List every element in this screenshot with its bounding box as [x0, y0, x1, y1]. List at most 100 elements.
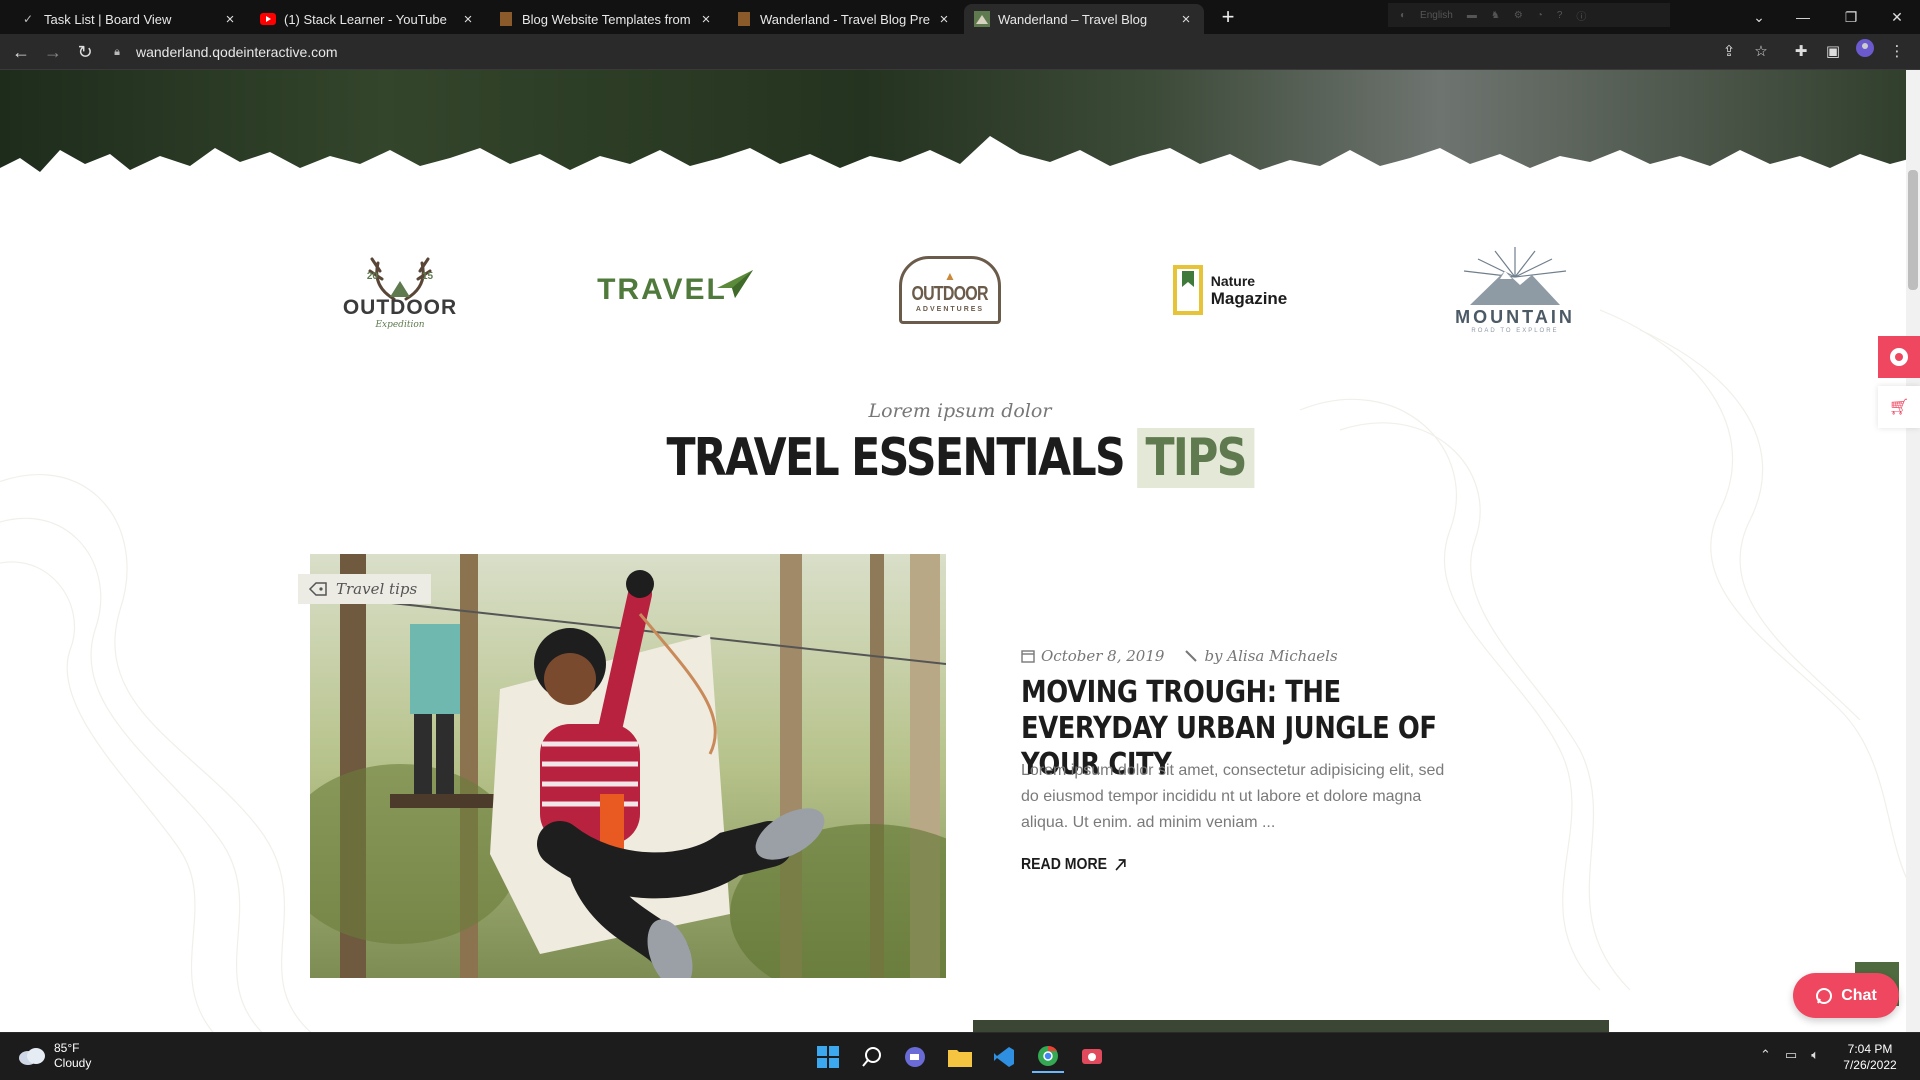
help-icon[interactable]: ?	[1557, 10, 1563, 21]
wanderland-favicon-icon	[974, 11, 990, 27]
extension-icon[interactable]: ◐	[1400, 10, 1406, 21]
restore-button[interactable]: ❐	[1828, 4, 1874, 30]
vscode-icon	[994, 1047, 1014, 1067]
page-scrollbar[interactable]	[1906, 70, 1920, 1032]
section-kicker: Lorem ipsum dolor	[868, 400, 1052, 422]
read-more-link[interactable]: READ MORE	[1021, 856, 1126, 874]
calendar-icon	[1021, 650, 1035, 663]
browser-tab[interactable]: (1) Stack Learner - YouTube ×	[250, 4, 486, 34]
lock-icon[interactable]: 🔒︎	[108, 46, 126, 59]
post-featured-image[interactable]	[310, 554, 946, 978]
section-title: TRAVEL ESSENTIALS TIPS	[0, 428, 1920, 488]
close-window-button[interactable]: ✕	[1874, 4, 1920, 30]
cart-widget-button[interactable]: 🛒︎	[1878, 386, 1920, 428]
weather-temperature: 85°F	[54, 1041, 80, 1055]
logo-subtext: Expedition	[375, 319, 425, 330]
taskbar-clock[interactable]: 7:04 PM 7/26/2022	[1830, 1041, 1910, 1073]
post-author[interactable]: by Alisa Michaels	[1184, 647, 1338, 665]
chat-camera-icon	[905, 1047, 925, 1067]
outdoor-expedition-logo[interactable]: 20 15 OUTDOOR Expedition	[320, 200, 480, 380]
campfire-icon: ▲	[944, 269, 956, 283]
page-viewport: 20 15 OUTDOOR Expedition TRAVEL ▲ OUTDOO…	[0, 70, 1920, 1032]
section-title-accent: TIPS	[1137, 428, 1254, 488]
close-tab-icon[interactable]: ×	[222, 11, 238, 28]
chrome-button[interactable]	[1032, 1041, 1064, 1073]
logo-subtext: ROAD TO EXPLORE	[1471, 327, 1559, 334]
paper-plane-icon	[716, 270, 753, 298]
nature-magazine-logo[interactable]: Nature Magazine	[1150, 200, 1310, 380]
close-tab-icon[interactable]: ×	[460, 11, 476, 28]
start-button[interactable]	[812, 1041, 844, 1073]
new-tab-button[interactable]: +	[1215, 4, 1241, 30]
info-icon[interactable]: ⓘ	[1576, 8, 1586, 23]
close-tab-icon[interactable]: ×	[698, 11, 714, 28]
side-panel-icon[interactable]: ▣	[1820, 39, 1846, 65]
url-text[interactable]: wanderland.qodeinteractive.com	[136, 44, 338, 60]
minimize-button[interactable]: —	[1780, 4, 1826, 30]
outdoor-adventures-logo[interactable]: ▲ OUTDOOR ADVENTURES	[870, 200, 1030, 380]
tab-search-button[interactable]: ⌄	[1736, 4, 1782, 30]
tab-title: Task List | Board View	[44, 11, 172, 27]
category-label: Travel tips	[336, 580, 418, 598]
forward-arrow-icon[interactable]: →	[40, 39, 66, 65]
scrollbar-thumb[interactable]	[1908, 170, 1918, 290]
browser-tab-active[interactable]: Wanderland – Travel Blog ×	[964, 4, 1204, 34]
next-post-image[interactable]	[973, 1020, 1609, 1032]
travel-logo[interactable]: TRAVEL	[595, 200, 755, 380]
close-tab-icon[interactable]: ×	[936, 11, 952, 28]
address-bar[interactable]: 🔒︎ wanderland.qodeinteractive.com	[108, 39, 1768, 65]
themeforest-icon	[736, 11, 752, 27]
windows-logo-icon	[817, 1046, 839, 1068]
extensions-puzzle-icon[interactable]: ✚	[1788, 39, 1814, 65]
weather-widget[interactable]: 85°F Cloudy	[18, 1041, 91, 1071]
browser-tab[interactable]: Wanderland - Travel Blog Preview ×	[726, 4, 962, 34]
profile-avatar[interactable]	[1852, 39, 1878, 65]
edge-icon[interactable]: ◔	[1537, 10, 1543, 21]
file-explorer-button[interactable]	[944, 1041, 976, 1073]
extension-icon[interactable]: ▬	[1467, 10, 1477, 21]
bookmark-star-icon[interactable]: ☆	[1748, 39, 1774, 65]
mountain-logo[interactable]: MOUNTAIN ROAD TO EXPLORE	[1435, 200, 1595, 380]
search-icon	[862, 1047, 881, 1067]
close-tab-icon[interactable]: ×	[1178, 11, 1194, 28]
chat-label: Chat	[1841, 986, 1877, 1004]
browser-tab[interactable]: Blog Website Templates from The ×	[488, 4, 724, 34]
logo-text: OUTDOOR	[342, 295, 458, 319]
browser-tab[interactable]: ✓ Task List | Board View ×	[10, 4, 248, 34]
browser-tab-strip: ✓ Task List | Board View × (1) Stack Lea…	[0, 0, 1920, 34]
network-icon[interactable]: ▭	[1785, 1047, 1797, 1063]
weather-condition: Cloudy	[54, 1056, 92, 1070]
volume-icon[interactable]: 🔈︎	[1811, 1047, 1819, 1063]
vscode-button[interactable]	[988, 1041, 1020, 1073]
chevron-up-icon[interactable]: ⌃	[1760, 1047, 1771, 1063]
browser-toolbar: ← → ↻ 🔒︎ wanderland.qodeinteractive.com …	[0, 34, 1920, 70]
system-tray: ⌃ ▭ 🔈︎	[1760, 1047, 1819, 1063]
arrow-up-right-icon	[1115, 859, 1126, 871]
extension-icon[interactable]: ♞	[1491, 10, 1500, 21]
back-arrow-icon[interactable]: ←	[8, 39, 34, 65]
post-excerpt: Lorem ipsum dolor sit amet, consectetur …	[1021, 762, 1445, 831]
teams-chat-button[interactable]	[900, 1041, 932, 1073]
extension-label: English	[1420, 9, 1453, 21]
cloud-icon	[19, 1048, 45, 1065]
screen-recorder-button[interactable]	[1076, 1041, 1108, 1073]
category-tag[interactable]: Travel tips	[298, 574, 432, 604]
extension-strip: ◐ English ▬ ♞ ⚙ ◔ ? ⓘ	[1388, 3, 1670, 27]
cart-icon: 🛒︎	[1888, 399, 1910, 416]
post-date[interactable]: October 8, 2019	[1021, 647, 1164, 665]
bookmark-icon	[1172, 265, 1203, 315]
gear-icon[interactable]: ⚙	[1514, 10, 1523, 21]
zipline-photo	[310, 554, 946, 978]
themeforest-icon	[498, 11, 514, 27]
logo-text: TRAVEL	[597, 273, 727, 306]
side-widget-button[interactable]	[1878, 336, 1920, 378]
search-button[interactable]	[856, 1041, 888, 1073]
section-title-main: TRAVEL ESSENTIALS	[666, 428, 1125, 488]
chat-bubble-icon	[1816, 987, 1833, 1004]
chat-button[interactable]: Chat	[1793, 973, 1899, 1018]
menu-kebab-icon[interactable]: ⋮	[1884, 39, 1910, 65]
share-icon[interactable]: ⇪	[1716, 39, 1742, 65]
reload-icon[interactable]: ↻	[72, 39, 98, 65]
partner-logos: 20 15 OUTDOOR Expedition TRAVEL ▲ OUTDOO…	[320, 200, 1600, 380]
lifebuoy-icon	[1890, 348, 1908, 366]
